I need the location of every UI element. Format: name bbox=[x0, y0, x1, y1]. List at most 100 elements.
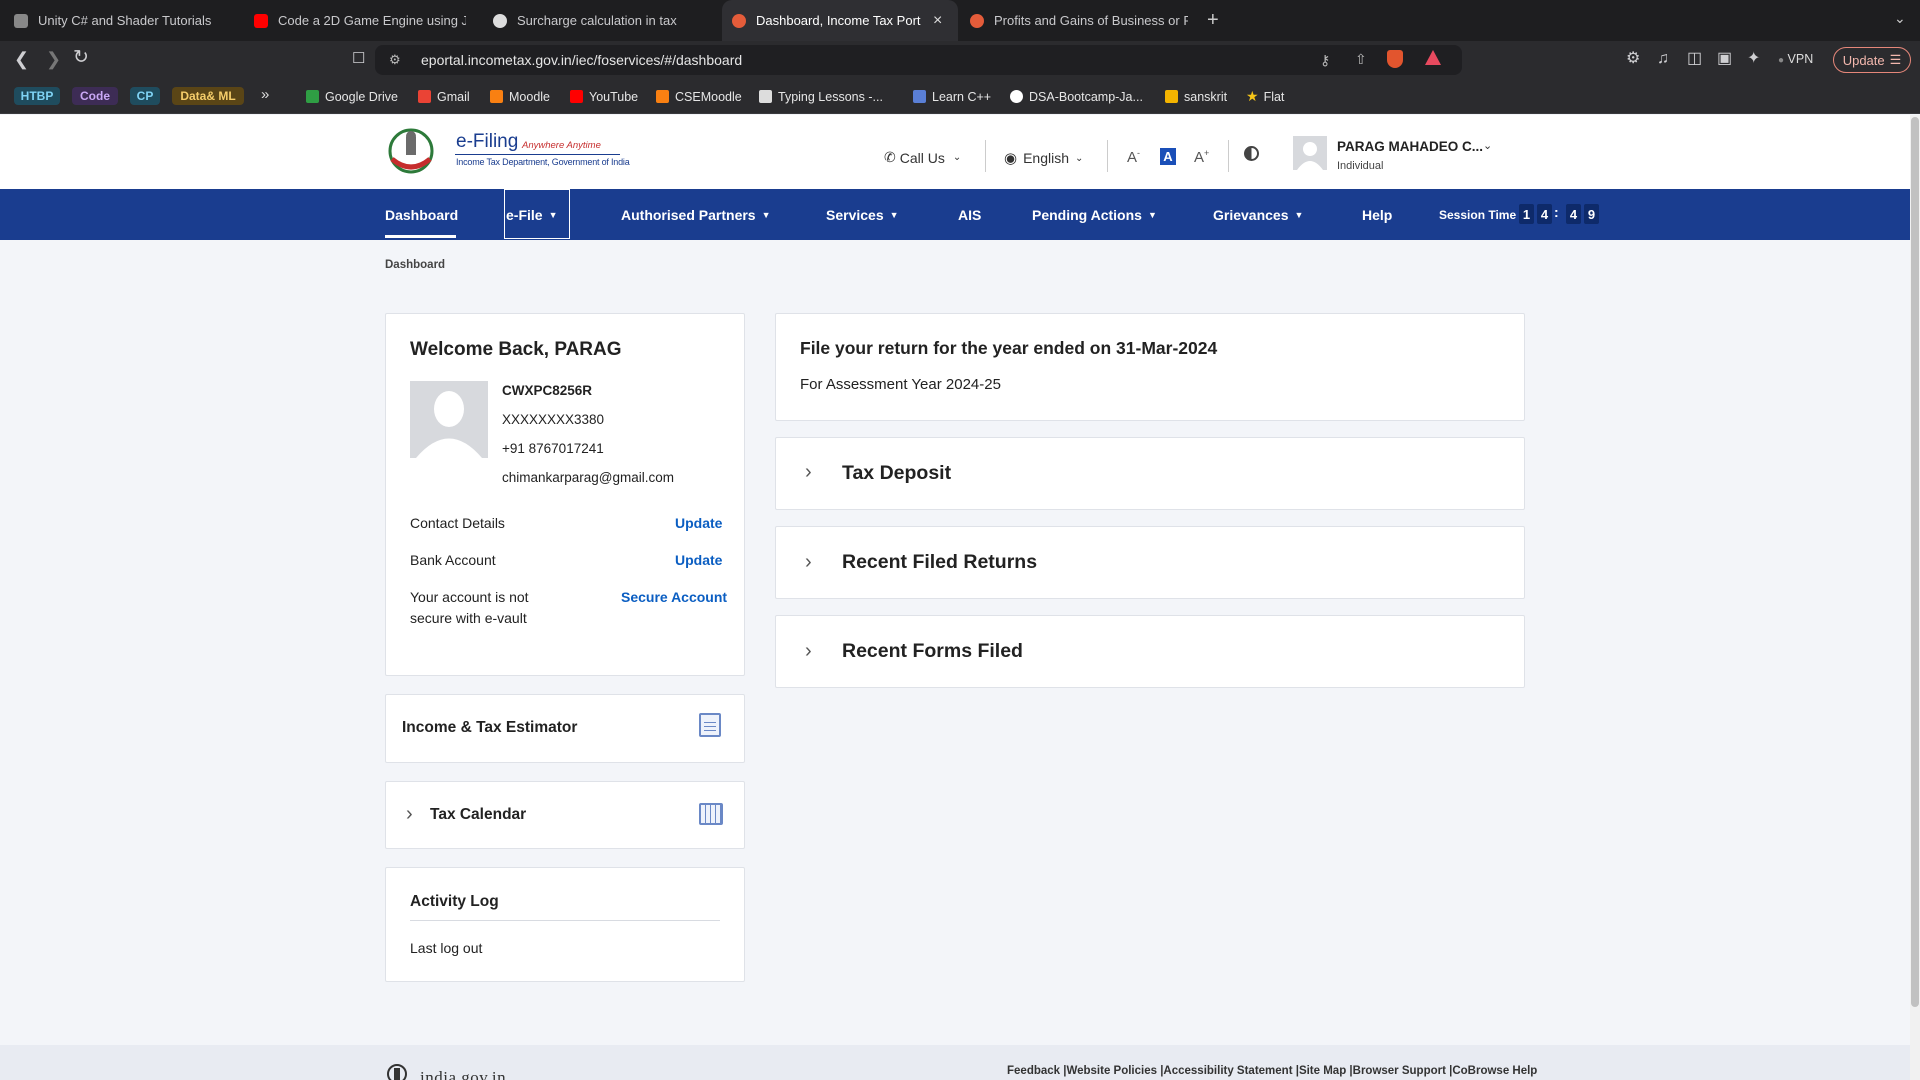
calendar-icon bbox=[699, 803, 723, 825]
sidebar-icon[interactable]: ◫ bbox=[1687, 51, 1702, 67]
bookmark-gmail[interactable]: Gmail bbox=[418, 87, 470, 106]
nav-label: Grievances bbox=[1213, 206, 1289, 223]
profile-photo bbox=[410, 381, 488, 458]
tab-surcharge[interactable]: Surcharge calculation in tax bbox=[493, 0, 703, 41]
bookmark-learn-cpp[interactable]: Learn C++ bbox=[913, 87, 991, 106]
tab-unity[interactable]: Unity C# and Shader Tutorials bbox=[14, 0, 224, 41]
chevron-down-icon: ▼ bbox=[1294, 209, 1304, 220]
nav-pending-actions[interactable]: Pending Actions ▼ bbox=[1032, 189, 1157, 240]
leo-ai-icon[interactable]: ✦ bbox=[1747, 51, 1760, 67]
font-normal-button[interactable]: A bbox=[1160, 148, 1176, 165]
language-dropdown[interactable]: ◉ English ⌄ bbox=[1004, 149, 1083, 167]
bookmark-icon[interactable]: ☐ bbox=[352, 51, 365, 67]
tab-profits[interactable]: Profits and Gains of Business or P bbox=[970, 0, 1188, 41]
tab-title: Dashboard, Income Tax Porta bbox=[756, 13, 921, 28]
back-icon[interactable]: ❮ bbox=[14, 50, 29, 68]
brave-rewards-icon[interactable] bbox=[1425, 50, 1441, 65]
email-address: chimankarparag@gmail.com bbox=[502, 470, 675, 485]
youtube-icon bbox=[254, 13, 268, 28]
call-us-dropdown[interactable]: ✆ Call Us ⌄ bbox=[884, 149, 961, 166]
activity-log-title: Activity Log bbox=[410, 893, 499, 910]
vpn-status-icon: ● bbox=[1778, 55, 1785, 66]
user-name[interactable]: PARAG MAHADEO C... bbox=[1337, 139, 1483, 154]
nav-efile[interactable]: e-File ▼ bbox=[506, 189, 558, 240]
breadcrumb[interactable]: Dashboard bbox=[385, 259, 445, 271]
scrollbar-thumb[interactable] bbox=[1911, 117, 1919, 1007]
bookmark-csemoodle[interactable]: CSEMoodle bbox=[656, 87, 742, 106]
reload-icon[interactable]: ↻ bbox=[73, 48, 89, 67]
nav-ais[interactable]: AIS bbox=[958, 189, 981, 240]
font-increase-button[interactable]: A+ bbox=[1194, 148, 1209, 166]
chevron-right-icon: › bbox=[805, 551, 812, 573]
aadhaar-number: XXXXXXXX3380 bbox=[502, 412, 605, 427]
font-decrease-button[interactable]: A- bbox=[1127, 148, 1140, 166]
bookmark-folder-data-ml[interactable]: Data& ML bbox=[172, 87, 244, 105]
tab-youtube[interactable]: Code a 2D Game Engine using Ja bbox=[254, 0, 466, 41]
nav-help[interactable]: Help bbox=[1362, 189, 1392, 240]
url-text[interactable]: eportal.incometax.gov.in/iec/foservices/… bbox=[421, 52, 742, 68]
logo-title: e-Filing bbox=[456, 131, 519, 152]
brave-shield-icon[interactable] bbox=[1387, 50, 1403, 68]
bank-account-label: Bank Account bbox=[410, 552, 496, 568]
user-menu-chevron-icon[interactable]: ⌄ bbox=[1483, 139, 1492, 152]
bookmark-youtube[interactable]: YouTube bbox=[570, 87, 638, 106]
logo-subtitle: Income Tax Department, Government of Ind… bbox=[456, 157, 630, 167]
tab-dashboard[interactable]: Dashboard, Income Tax Porta × bbox=[722, 0, 958, 41]
efiling-logo[interactable] bbox=[384, 127, 438, 175]
forward-icon[interactable]: ❯ bbox=[46, 50, 61, 68]
update-bank-link[interactable]: Update bbox=[675, 552, 722, 568]
address-bar[interactable]: ⚙ eportal.incometax.gov.in/iec/foservice… bbox=[375, 45, 1462, 75]
bookmark-folder-cp[interactable]: CP bbox=[130, 87, 160, 105]
bookmark-flat[interactable]: ★ Flat bbox=[1246, 87, 1284, 106]
site-info-icon[interactable]: ⚙ bbox=[389, 52, 401, 68]
nav-dashboard[interactable]: Dashboard bbox=[385, 189, 458, 240]
tab-list-chevron-icon[interactable]: ⌄ bbox=[1894, 10, 1906, 27]
avatar[interactable] bbox=[1293, 136, 1327, 170]
bookmarks-more-icon[interactable]: » bbox=[261, 86, 269, 103]
pan-number: CWXPC8256R bbox=[502, 383, 593, 398]
vpn-button[interactable]: ● VPN bbox=[1778, 52, 1813, 66]
update-browser-button[interactable]: Update ☰ bbox=[1833, 47, 1911, 73]
bookmark-sanskrit[interactable]: sanskrit bbox=[1165, 87, 1227, 106]
google-drive-icon bbox=[306, 90, 319, 103]
chevron-down-icon: ▼ bbox=[889, 209, 899, 220]
chevron-right-icon: › bbox=[406, 803, 413, 825]
bookmark-google-drive[interactable]: Google Drive bbox=[306, 87, 398, 106]
phone-number: +91 8767017241 bbox=[502, 441, 604, 456]
key-icon[interactable]: ⚷ bbox=[1320, 52, 1330, 69]
bookmark-label: DSA-Bootcamp-Ja... bbox=[1029, 89, 1143, 104]
recent-forms-filed-title: Recent Forms Filed bbox=[842, 640, 1023, 662]
close-icon[interactable]: × bbox=[933, 12, 942, 30]
share-icon[interactable]: ⇧ bbox=[1355, 51, 1367, 68]
bookmark-dsa-bootcamp[interactable]: DSA-Bootcamp-Ja... bbox=[1010, 87, 1143, 106]
update-contact-link[interactable]: Update bbox=[675, 515, 722, 531]
phone-icon: ✆ bbox=[884, 149, 896, 165]
media-icon[interactable]: ♫ bbox=[1657, 51, 1669, 67]
nav-services[interactable]: Services ▼ bbox=[826, 189, 899, 240]
bookmark-label: Moodle bbox=[509, 89, 550, 104]
google-drive-icon bbox=[1165, 90, 1178, 103]
user-type: Individual bbox=[1337, 160, 1384, 172]
language-label: English bbox=[1023, 150, 1070, 166]
india-gov-logo-text[interactable]: india.gov.in bbox=[420, 1068, 506, 1080]
nav-authorised-partners[interactable]: Authorised Partners ▼ bbox=[621, 189, 771, 240]
nav-grievances[interactable]: Grievances ▼ bbox=[1213, 189, 1303, 240]
bookmark-moodle[interactable]: Moodle bbox=[490, 87, 550, 106]
tax-calendar-title: Tax Calendar bbox=[430, 806, 527, 823]
extensions-icon[interactable]: ⚙ bbox=[1626, 51, 1640, 67]
wallet-icon[interactable]: ▣ bbox=[1717, 51, 1732, 67]
nav-label: Help bbox=[1362, 206, 1393, 223]
secure-account-link[interactable]: Secure Account bbox=[621, 589, 727, 605]
contrast-icon[interactable] bbox=[1244, 146, 1259, 161]
logo-divider bbox=[455, 154, 620, 155]
bookmark-label: Flat bbox=[1263, 89, 1285, 104]
bookmark-folder-code[interactable]: Code bbox=[72, 87, 118, 105]
bookmark-folder-htbp[interactable]: HTBP bbox=[14, 87, 60, 105]
chevron-down-icon: ▼ bbox=[761, 209, 771, 220]
return-subtitle: For Assessment Year 2024-25 bbox=[800, 376, 1001, 393]
new-tab-button[interactable]: + bbox=[1207, 9, 1219, 32]
bookmark-typing-lessons[interactable]: Typing Lessons -... bbox=[759, 87, 883, 106]
bookmark-label: Gmail bbox=[437, 89, 470, 104]
welcome-heading: Welcome Back, PARAG bbox=[410, 339, 622, 360]
footer-links[interactable]: Feedback |Website Policies |Accessibilit… bbox=[1007, 1065, 1537, 1077]
